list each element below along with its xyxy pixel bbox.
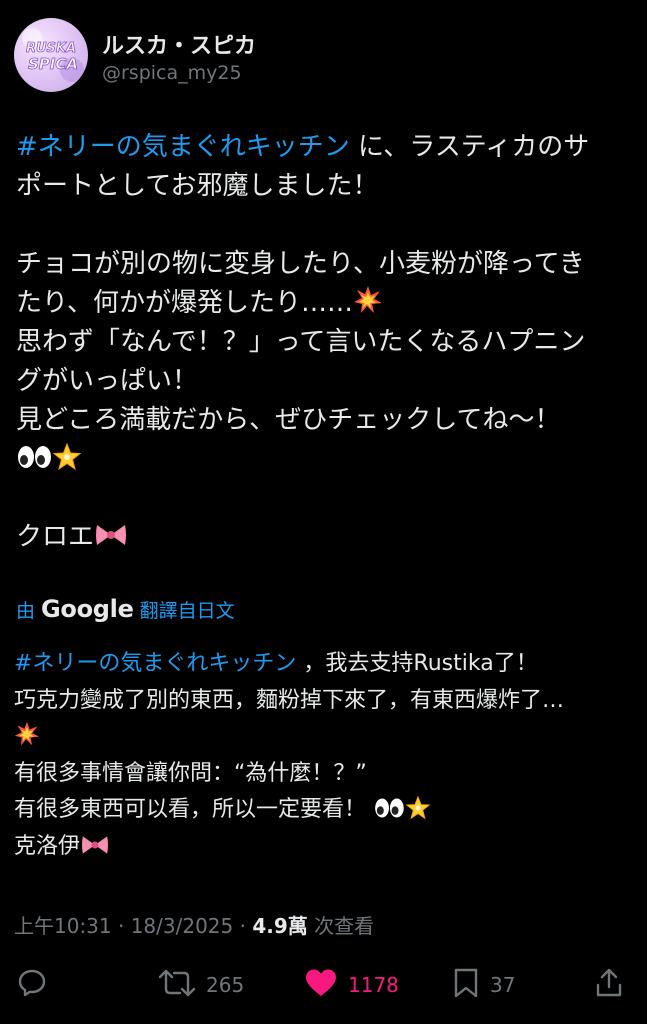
retweet-button[interactable]: 265 [158,960,244,1010]
like-count: 1178 [348,973,399,997]
collision-emoji-icon [353,284,383,323]
post-line-5: 思わず「なんで！？」って言いたくなるハプニン [16,327,586,357]
translated-signature: 克洛伊 [14,833,81,859]
retweet-icon [158,967,196,1004]
post-timestamp[interactable]: 上午10:31 · 18/3/2025 · [14,914,252,938]
like-button[interactable]: 1178 [304,960,399,1010]
bookmark-count: 37 [490,973,516,997]
user-handle[interactable]: @rspica_my25 [102,62,242,84]
translated-line-2: 巧克力變成了別的東西，麵粉掉下來了，有東西爆炸了… [14,687,565,713]
translated-line-1-rest: ，我去支持Rustika了！ [296,651,538,676]
collision-emoji-icon [14,719,40,756]
heart-filled-icon [304,967,338,1004]
post-line-3: チョコが別の物に変身したり、小麦粉が降ってき [16,249,585,279]
post-body: #ネリーの気まぐれキッチン に、ラスティカのサ ポートとしてお邪魔しました！ チ… [16,128,636,557]
glowing-star-emoji-icon [52,440,82,479]
post-hashtag-link[interactable]: #ネリーの気まぐれキッチン [16,132,350,162]
ribbon-emoji-icon [80,829,110,866]
eyes-emoji-icon [16,440,52,479]
eyes-emoji-icon [373,792,405,829]
post-line-4: たり、何かが爆発したり…… [16,288,353,318]
translated-body: #ネリーの気まぐれキッチン ，我去支持Rustika了！ 巧克力變成了別的東西，… [14,646,634,866]
glowing-star-emoji-icon [405,792,431,829]
avatar[interactable]: RUSKA SPICA [14,18,88,92]
share-button[interactable] [594,960,624,1010]
action-bar: 265 1178 37 [0,960,647,1010]
post-header: RUSKA SPICA ルスカ・スピカ @rspica_my25 [14,18,634,94]
reply-button[interactable] [16,960,48,1010]
bookmark-button[interactable]: 37 [452,960,515,1010]
post-line-6: グがいっぱい！ [16,366,199,396]
post-meta: 上午10:31 · 18/3/2025 · 4.9萬 次查看 [14,910,374,939]
views-count[interactable]: 4.9萬 [252,914,307,938]
avatar-logo-text-top: RUSKA [26,41,76,56]
translated-line-4: 有很多東西可以看，所以一定要看！ [14,797,373,823]
translated-by-label: 由 [16,599,36,622]
reply-icon [16,967,48,1004]
post-line-1-rest: に、ラスティカのサ [349,132,590,162]
bookmark-icon [452,967,480,1004]
translated-line-3: 有很多事情會讓你問：“為什麼！？” [14,760,367,786]
google-logo: Google [41,595,134,623]
post-signature: クロエ [16,522,95,552]
views-label: 次查看 [307,914,375,938]
post-line-7: 見どころ満載だから、ぜひチェックしてね～！ [16,405,561,435]
ribbon-emoji-icon [94,518,128,557]
translated-hashtag-link[interactable]: #ネリーの気まぐれキッチン [14,651,296,676]
post-line-2: ポートとしてお邪魔しました！ [16,171,379,201]
display-name[interactable]: ルスカ・スピカ [102,28,256,60]
avatar-logo-text-bottom: SPICA [28,55,78,73]
share-icon [594,967,624,1004]
translated-from-label[interactable]: 翻譯自日文 [140,596,235,623]
retweet-count: 265 [206,973,245,997]
avatar-logo: RUSKA SPICA [22,28,84,82]
translation-attribution: 由 Google 翻譯自日文 [16,594,235,624]
